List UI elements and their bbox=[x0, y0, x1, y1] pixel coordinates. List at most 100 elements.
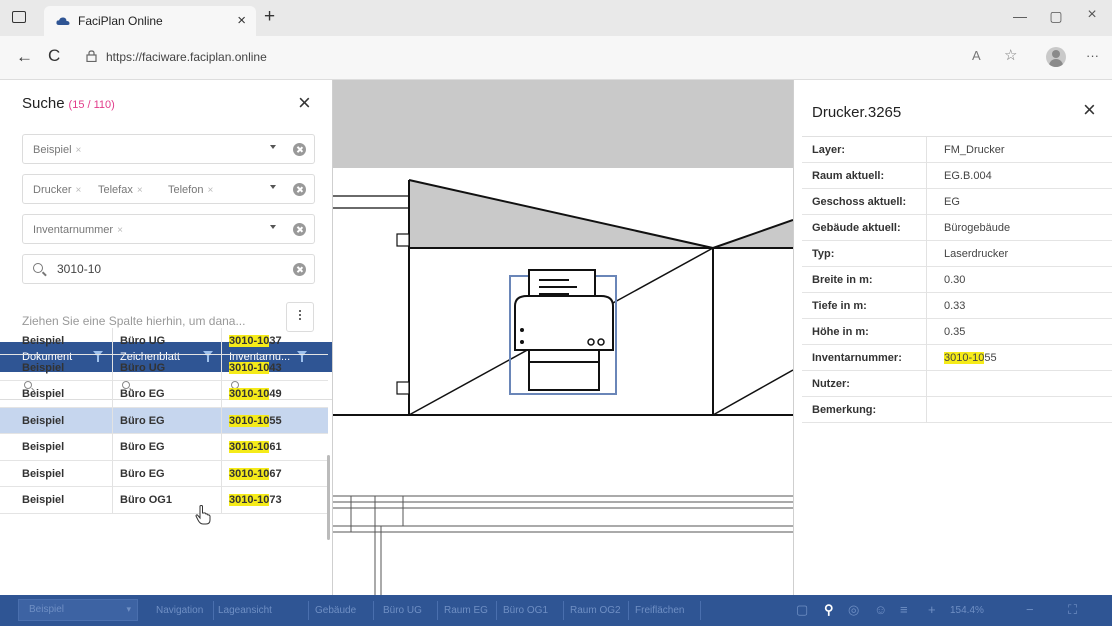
cloud-favicon-icon bbox=[56, 17, 70, 25]
cell-dokument: Beispiel bbox=[22, 414, 65, 427]
window-close-button[interactable]: × bbox=[1082, 6, 1102, 24]
dropdown-arrow-icon[interactable] bbox=[270, 145, 276, 149]
stack-icon[interactable]: ≡ bbox=[900, 602, 908, 617]
property-label: Inventarnummer: bbox=[812, 352, 902, 364]
detail-close-button[interactable]: × bbox=[1083, 97, 1096, 123]
floorplan-drawing bbox=[333, 80, 793, 595]
tab-close-button[interactable]: × bbox=[237, 12, 246, 29]
zoom-in-icon[interactable]: + bbox=[928, 602, 936, 617]
kebab-icon bbox=[299, 310, 301, 312]
cell-dokument: Beispiel bbox=[22, 388, 65, 400]
reload-button[interactable]: C bbox=[48, 46, 60, 66]
minimize-button[interactable]: — bbox=[1010, 8, 1030, 24]
cell-dokument: Beispiel bbox=[22, 494, 65, 506]
filter-tag[interactable]: Drucker × bbox=[33, 182, 81, 198]
toolbar-item-raum-og2[interactable]: Raum OG2 bbox=[570, 605, 621, 616]
property-row: Tiefe in m: 0.33 bbox=[802, 293, 1112, 319]
more-menu-button[interactable]: ··· bbox=[1086, 48, 1099, 63]
toolbar-item-buero-ug[interactable]: Büro UG bbox=[383, 605, 422, 616]
search-title: Suche (15 / 110) bbox=[22, 95, 115, 112]
clear-filter-icon[interactable] bbox=[293, 143, 306, 156]
maximize-button[interactable]: ▢ bbox=[1046, 8, 1066, 25]
user-icon[interactable]: ☺ bbox=[874, 602, 887, 617]
property-label: Gebäude aktuell: bbox=[812, 222, 901, 234]
cell-dokument: Beispiel bbox=[22, 441, 65, 453]
document-select[interactable]: Beispiel ▾ bbox=[18, 599, 138, 621]
favorites-icon[interactable]: ☆ bbox=[1004, 46, 1017, 64]
cell-zeichenblatt: Büro EG bbox=[120, 414, 165, 427]
search-close-button[interactable]: × bbox=[298, 90, 311, 116]
filter-tag[interactable]: Telefon × bbox=[168, 182, 213, 198]
dropdown-arrow-icon[interactable] bbox=[270, 185, 276, 189]
chevron-down-icon: ▾ bbox=[126, 604, 131, 614]
property-value: EG.B.004 bbox=[944, 170, 992, 182]
detail-panel: Drucker.3265 × Layer: FM_Drucker Raum aktu… bbox=[793, 80, 1112, 595]
table-row[interactable]: Beispiel Büro EG 3010-1049 bbox=[0, 381, 328, 408]
cell-inventarnummer: 3010-1073 bbox=[229, 494, 282, 506]
property-label: Höhe in m: bbox=[812, 326, 869, 338]
property-row: Gebäude aktuell: Bürogebäude bbox=[802, 215, 1112, 241]
table-row[interactable]: Beispiel Büro UG 3010-1043 bbox=[0, 354, 328, 381]
chat-icon[interactable]: ▢ bbox=[796, 602, 808, 618]
new-tab-button[interactable]: + bbox=[264, 6, 275, 28]
cell-dokument: Beispiel bbox=[22, 335, 65, 347]
document-filter[interactable]: Beispiel × bbox=[22, 134, 315, 164]
cell-zeichenblatt: Büro UG bbox=[120, 335, 166, 347]
property-label: Bemerkung: bbox=[812, 404, 877, 416]
property-label: Geschoss aktuell: bbox=[812, 196, 907, 208]
bottom-toolbar: Beispiel ▾ Navigation Lageansicht Gebäud… bbox=[0, 595, 1112, 626]
property-value: 0.30 bbox=[944, 274, 966, 286]
profile-avatar[interactable] bbox=[1046, 47, 1066, 67]
browser-tab[interactable]: FaciPlan Online × bbox=[44, 6, 256, 36]
property-value: 0.35 bbox=[944, 326, 966, 338]
cell-inventarnummer: 3010-1043 bbox=[229, 361, 282, 374]
window-menu-icon[interactable] bbox=[12, 11, 26, 23]
url-field[interactable]: https://faciware.faciplan.online bbox=[106, 50, 267, 64]
search-input[interactable]: 3010-10 bbox=[22, 254, 315, 284]
filter-tag[interactable]: Beispiel × bbox=[33, 142, 81, 158]
browser-tab-bar: FaciPlan Online × + — ▢ × bbox=[0, 0, 1112, 36]
floorplan-canvas[interactable] bbox=[333, 80, 793, 595]
toolbar-item-freiflaechen[interactable]: Freiflächen bbox=[635, 605, 684, 616]
table-row[interactable]: Beispiel Büro OG1 3010-1073 bbox=[0, 487, 328, 514]
cell-inventarnummer: 3010-1037 bbox=[229, 335, 282, 347]
toolbar-item-navigation[interactable]: Navigation bbox=[156, 605, 203, 616]
filter-tag[interactable]: Telefax × bbox=[98, 182, 143, 198]
cell-dokument: Beispiel bbox=[22, 361, 65, 374]
attribute-filter[interactable]: Inventarnummer × bbox=[22, 214, 315, 244]
clear-filter-icon[interactable] bbox=[293, 223, 306, 236]
clear-search-icon[interactable] bbox=[293, 263, 306, 276]
lock-icon bbox=[86, 50, 97, 62]
toolbar-item-buero-og1[interactable]: Büro OG1 bbox=[503, 605, 548, 616]
property-row: Höhe in m: 0.35 bbox=[802, 319, 1112, 345]
table-row[interactable]: Beispiel Büro EG 3010-1061 bbox=[0, 434, 328, 461]
back-button[interactable]: ← bbox=[16, 47, 33, 67]
table-row[interactable]: Beispiel Büro EG 3010-1067 bbox=[0, 460, 328, 487]
toolbar-item-raum-eg[interactable]: Raum EG bbox=[444, 605, 488, 616]
result-count: (15 / 110) bbox=[68, 99, 115, 111]
group-panel-hint: Ziehen Sie eine Spalte hierhin, um dana.… bbox=[22, 314, 246, 328]
layers-icon[interactable]: ◎ bbox=[848, 602, 859, 618]
layer-filter[interactable]: Drucker × Telefax × Telefon × bbox=[22, 174, 315, 204]
grid-scrollbar[interactable] bbox=[327, 455, 330, 540]
clear-filter-icon[interactable] bbox=[293, 183, 306, 196]
property-row: Bemerkung: bbox=[802, 397, 1112, 423]
toolbar-item-gebaeude[interactable]: Gebäude bbox=[315, 605, 356, 616]
zoom-level: 154.4% bbox=[950, 605, 984, 616]
property-value: FM_Drucker bbox=[944, 144, 1005, 156]
property-label: Layer: bbox=[812, 144, 846, 156]
table-row[interactable]: Beispiel Büro EG 3010-1055 bbox=[0, 407, 328, 434]
property-label: Typ: bbox=[812, 248, 835, 260]
property-value: Bürogebäude bbox=[944, 222, 1011, 234]
filter-tag[interactable]: Inventarnummer × bbox=[33, 222, 123, 238]
tab-title: FaciPlan Online bbox=[78, 14, 163, 28]
dropdown-arrow-icon[interactable] bbox=[270, 225, 276, 229]
cell-inventarnummer: 3010-1055 bbox=[229, 414, 282, 427]
zoom-out-icon[interactable]: − bbox=[1026, 602, 1034, 617]
fullscreen-icon[interactable]: ⛶ bbox=[1068, 602, 1077, 618]
search-toolbar-icon[interactable]: ⚲ bbox=[824, 602, 834, 618]
table-row[interactable]: Beispiel Büro UG 3010-1037 bbox=[0, 328, 328, 355]
property-label: Breite in m: bbox=[812, 274, 873, 286]
toolbar-item-lageansicht[interactable]: Lageansicht bbox=[218, 605, 272, 616]
read-aloud-icon[interactable]: A bbox=[972, 48, 981, 63]
